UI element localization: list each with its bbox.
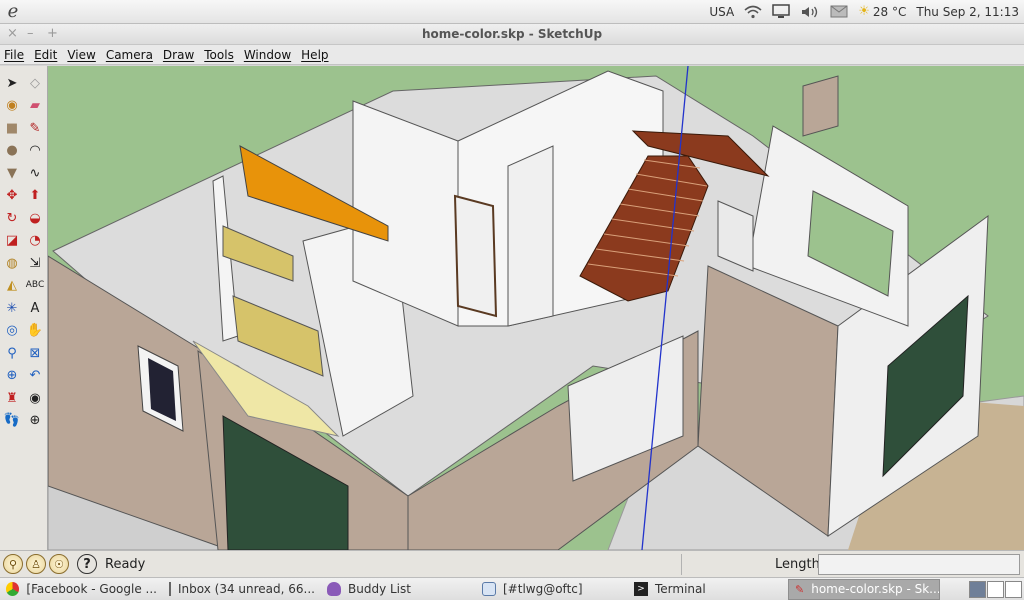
axes-icon[interactable]: ✳ bbox=[3, 299, 21, 317]
task-label: Buddy List bbox=[348, 582, 411, 596]
task-label: Terminal bbox=[655, 582, 706, 596]
walk-icon[interactable]: 👣 bbox=[3, 412, 21, 430]
circle-icon[interactable]: ● bbox=[3, 142, 21, 160]
select-icon[interactable]: ➤ bbox=[3, 74, 21, 92]
chrome-icon bbox=[6, 582, 20, 596]
workspace-1[interactable] bbox=[969, 580, 986, 598]
menu-edit[interactable]: Edit bbox=[34, 48, 57, 62]
paint-bucket-icon[interactable]: ◉ bbox=[3, 97, 21, 115]
clock[interactable]: Thu Sep 2, 11:13 bbox=[916, 5, 1019, 19]
polygon-icon[interactable]: ▼ bbox=[3, 164, 21, 182]
task-label: [#tlwg@oftc] bbox=[503, 582, 583, 596]
taskbar: [Facebook - Google ... Inbox (34 unread,… bbox=[0, 577, 1024, 600]
workspace-3[interactable] bbox=[1005, 580, 1022, 598]
desktop: ℯ USA ☀ 28 °C Thu Sep 2, 11:13 × – + hom… bbox=[0, 0, 1024, 600]
system-tray: USA ☀ 28 °C Thu Sep 2, 11:13 bbox=[704, 0, 1024, 24]
task-label: home-color.skp - Sk... bbox=[811, 582, 940, 596]
move-icon[interactable]: ✥ bbox=[3, 187, 21, 205]
pan-icon[interactable]: ✋ bbox=[26, 322, 44, 340]
protractor-icon[interactable]: ◭ bbox=[3, 277, 21, 295]
workspace-2[interactable] bbox=[987, 580, 1004, 598]
freehand-icon[interactable]: ∿ bbox=[26, 164, 44, 182]
zoom-window-icon[interactable]: ⊠ bbox=[26, 344, 44, 362]
model-drawing bbox=[48, 66, 1024, 550]
sketchup-icon: ✎ bbox=[795, 582, 805, 596]
weather-icon: ☀ bbox=[858, 4, 870, 19]
section-plane-icon[interactable]: ⊕ bbox=[26, 412, 44, 430]
erase-icon[interactable]: ▰ bbox=[26, 97, 44, 115]
tape-measure-icon[interactable]: ◍ bbox=[3, 254, 21, 272]
3d-text-icon[interactable]: A bbox=[26, 299, 44, 317]
status-text: Ready bbox=[105, 556, 146, 572]
window-titlebar: × – + home-color.skp - SketchUp bbox=[0, 24, 1024, 45]
menu-help[interactable]: Help bbox=[301, 48, 328, 62]
orbit-icon[interactable]: ◎ bbox=[3, 322, 21, 340]
rectangle-icon[interactable]: ■ bbox=[3, 119, 21, 137]
menu-window[interactable]: Window bbox=[244, 48, 291, 62]
volume-icon[interactable] bbox=[800, 5, 820, 19]
line-icon[interactable]: ✎ bbox=[26, 119, 44, 137]
task-irc[interactable]: [#tlwg@oftc] bbox=[476, 579, 628, 600]
help-icon[interactable]: ? bbox=[77, 554, 97, 574]
menu-view[interactable]: View bbox=[67, 48, 95, 62]
eraser-icon[interactable]: ◇ bbox=[26, 74, 44, 92]
mail-icon bbox=[169, 582, 171, 596]
menu-camera[interactable]: Camera bbox=[106, 48, 153, 62]
position-camera-icon[interactable]: ♜ bbox=[3, 389, 21, 407]
task-terminal[interactable]: > Terminal bbox=[628, 579, 788, 600]
status-divider bbox=[681, 554, 682, 575]
offset-icon[interactable]: ◔ bbox=[26, 232, 44, 250]
app-menu-logo-icon[interactable]: ℯ bbox=[2, 1, 24, 22]
menu-tools[interactable]: Tools bbox=[204, 48, 234, 62]
task-buddy-list[interactable]: Buddy List bbox=[321, 579, 476, 600]
terminal-icon: > bbox=[634, 582, 648, 596]
tools-palette: ➤ ◇ ◉ ▰ ■ ✎ ● ◠ ▼ ∿ ✥ ⬆ ↻ ◒ ◪ ◔ ◍ ⇲ ◭ ABC ✳ A ◎ ✋ ⚲ ⊠… bbox=[0, 66, 48, 550]
measurement-label: Length bbox=[775, 557, 820, 572]
status-bar: ⚲ ♙ ☉ ? Ready Length bbox=[0, 550, 1024, 577]
menu-bar: File Edit View Camera Draw Tools Window … bbox=[0, 45, 1024, 65]
window-title: home-color.skp - SketchUp bbox=[421, 27, 603, 41]
scale-icon[interactable]: ◪ bbox=[3, 232, 21, 250]
menu-file[interactable]: File bbox=[4, 48, 24, 62]
display-icon[interactable] bbox=[772, 4, 790, 19]
wifi-icon[interactable] bbox=[744, 5, 762, 19]
dimension-icon[interactable]: ⇲ bbox=[26, 254, 44, 272]
rotate-icon[interactable]: ↻ bbox=[3, 209, 21, 227]
workspace-pager bbox=[968, 580, 1022, 598]
previous-view-icon[interactable]: ↶ bbox=[26, 367, 44, 385]
zoom-icon[interactable]: ⚲ bbox=[3, 344, 21, 362]
weather-temp: 28 °C bbox=[872, 4, 907, 19]
text-icon[interactable]: ABC bbox=[26, 277, 44, 295]
keyboard-layout[interactable]: USA bbox=[709, 5, 734, 19]
task-sketchup[interactable]: ✎ home-color.skp - Sk... bbox=[788, 578, 940, 600]
system-panel: ℯ USA ☀ 28 °C Thu Sep 2, 11:13 bbox=[0, 0, 1024, 24]
pidgin-icon bbox=[327, 582, 341, 596]
task-mail[interactable]: Inbox (34 unread, 66... bbox=[163, 579, 321, 600]
credits-icon[interactable]: ♙ bbox=[26, 554, 46, 574]
task-label: Inbox (34 unread, 66... bbox=[178, 582, 315, 596]
menu-draw[interactable]: Draw bbox=[163, 48, 194, 62]
follow-me-icon[interactable]: ◒ bbox=[26, 209, 44, 227]
measurement-input[interactable] bbox=[818, 554, 1020, 575]
user-icon[interactable]: ☉ bbox=[49, 554, 69, 574]
mail-icon[interactable] bbox=[830, 5, 848, 18]
task-chrome[interactable]: [Facebook - Google ... bbox=[0, 579, 163, 600]
model-viewport[interactable] bbox=[48, 66, 1024, 550]
weather-widget[interactable]: ☀ 28 °C bbox=[858, 4, 906, 19]
zoom-extents-icon[interactable]: ⊕ bbox=[3, 367, 21, 385]
arc-icon[interactable]: ◠ bbox=[26, 142, 44, 160]
look-around-icon[interactable]: ◉ bbox=[26, 389, 44, 407]
geolocation-icon[interactable]: ⚲ bbox=[3, 554, 23, 574]
task-label: [Facebook - Google ... bbox=[26, 582, 157, 596]
chat-icon bbox=[482, 582, 496, 596]
push-pull-icon[interactable]: ⬆ bbox=[26, 187, 44, 205]
